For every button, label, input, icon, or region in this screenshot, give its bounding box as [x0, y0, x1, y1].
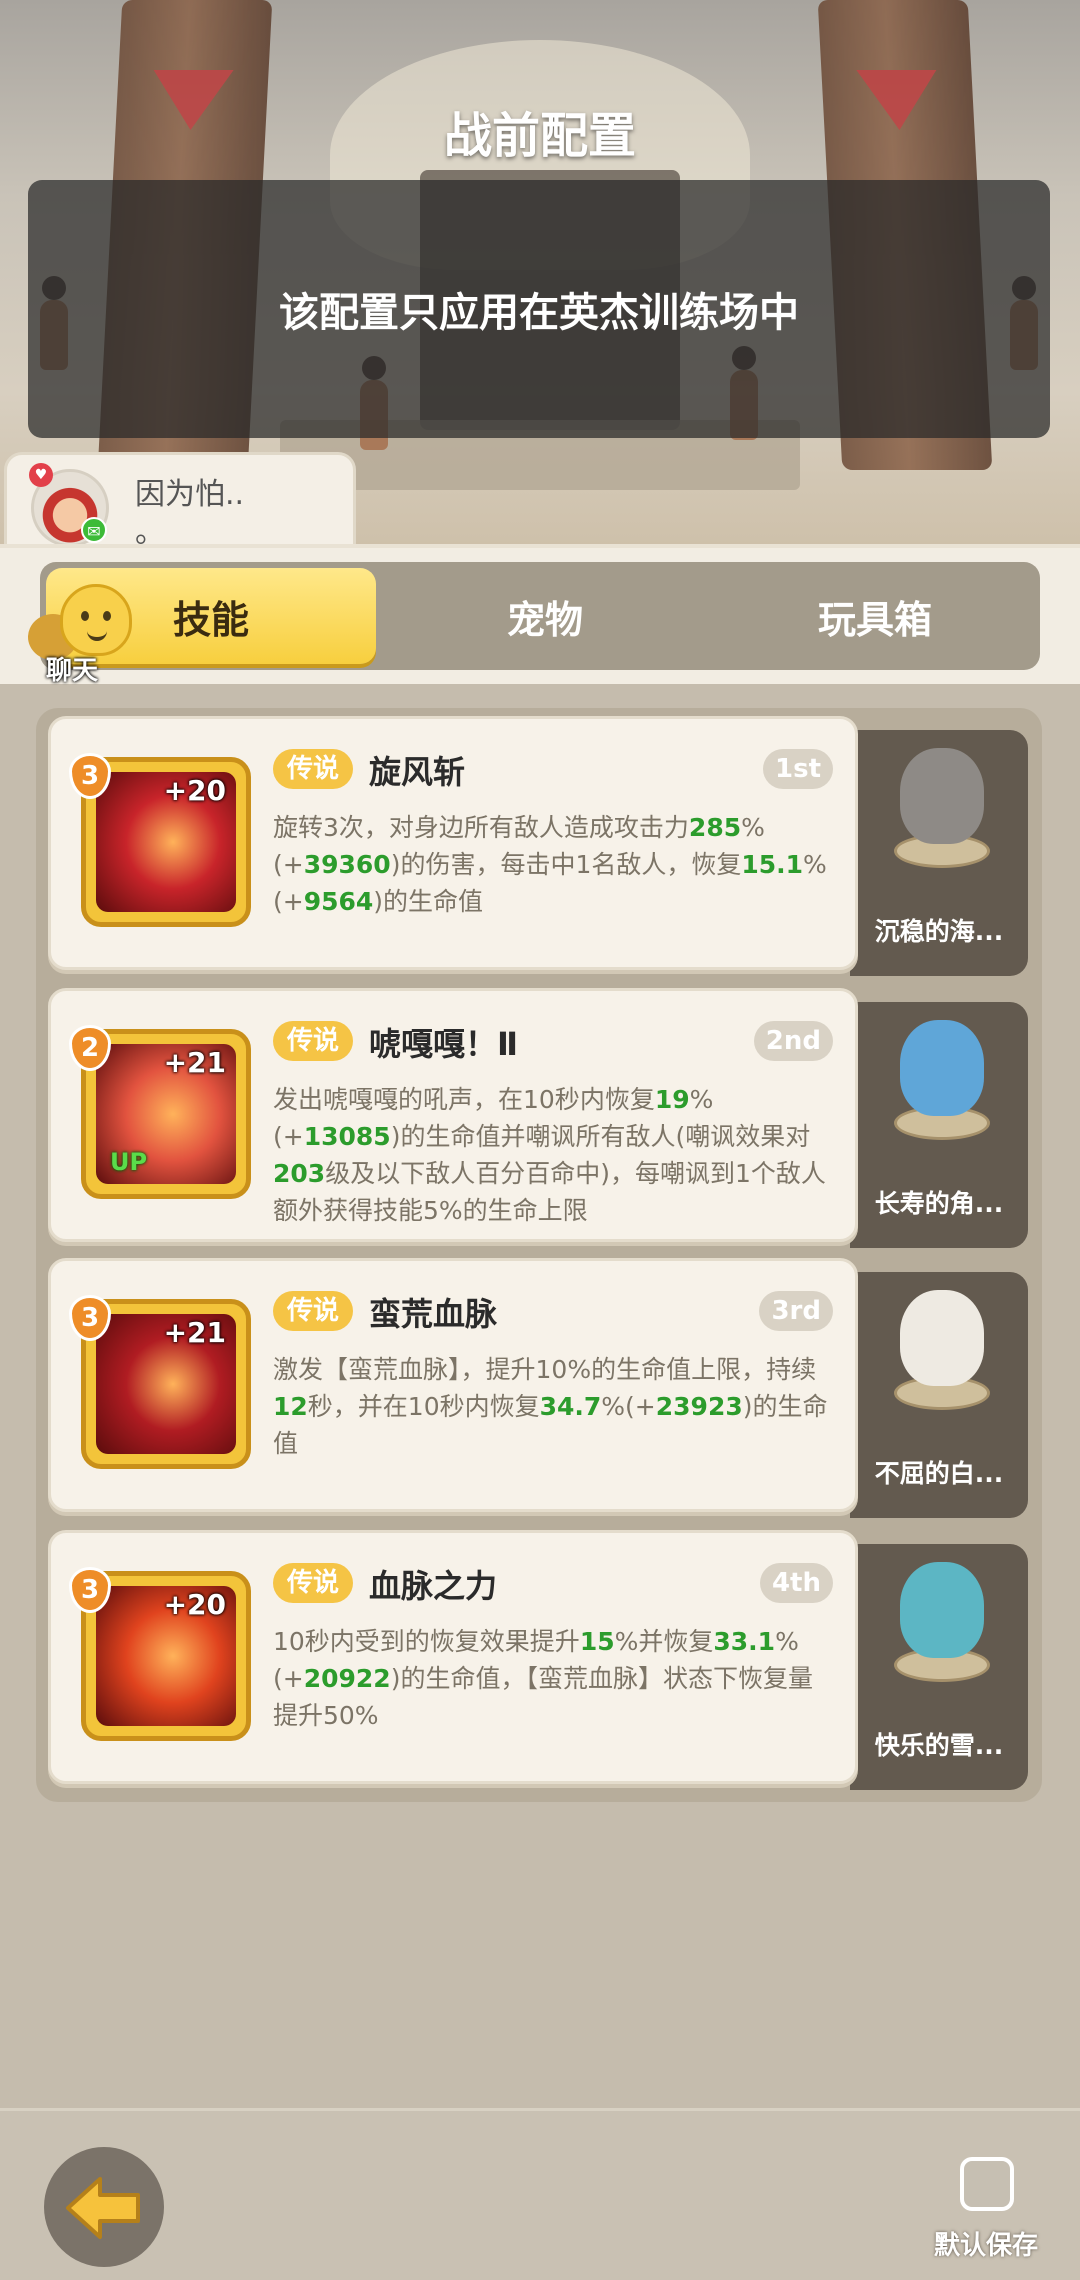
skill-icon: +21 UP [96, 1044, 236, 1184]
desc-text: 激发【蛮荒血脉】，提升10%的生命值上限，持续 [273, 1355, 817, 1384]
skill-plus-label: +21 [163, 1046, 226, 1079]
desc-value: 12 [273, 1392, 308, 1421]
notice-text: 该配置只应用在英杰训练场中 [279, 290, 799, 336]
rank-badge: 1st [763, 749, 833, 789]
desc-text: 10秒内受到的恢复效果提升 [273, 1627, 580, 1656]
skill-card[interactable]: +21 UP 2 传说 唬嘎嘎！Ⅱ 2nd 发出唬嘎嘎的吼声，在10秒内恢复19… [48, 988, 858, 1242]
desc-value: 9564 [303, 887, 374, 916]
pet-figure-icon [900, 1020, 984, 1116]
chat-label: 聊天 [46, 656, 99, 686]
rarity-badge: 传说 [273, 749, 354, 789]
skill-description: 旋转3次，对身边所有敌人造成攻击力285%(+39360)的伤害，每击中1名敌人… [273, 809, 833, 920]
skill-row: 快乐的雪... +20 3 传说 血脉之力 4th 10秒内受到的恢复效果提升1… [48, 1530, 1028, 1790]
chat-button[interactable]: 聊天 [24, 584, 134, 686]
desc-value: 34.7 [539, 1392, 602, 1421]
up-badge: UP [110, 1148, 148, 1176]
desc-text: )的伤害，每击中1名敌人，恢复 [390, 850, 742, 879]
default-save-checkbox[interactable] [960, 2157, 1014, 2211]
skill-row: 长寿的角... +21 UP 2 传说 唬嘎嘎！Ⅱ 2nd 发出唬嘎嘎的吼声，在… [48, 988, 1028, 1248]
skill-card[interactable]: +20 3 传说 血脉之力 4th 10秒内受到的恢复效果提升15%并恢复33.… [48, 1530, 858, 1784]
desc-value: 20922 [303, 1664, 391, 1693]
back-arrow-icon [66, 2177, 140, 2239]
desc-text: %并恢复 [614, 1627, 714, 1656]
desc-text: )的生命值并嘲讽所有敌人(嘲讽效果对 [390, 1122, 811, 1151]
skill-description: 10秒内受到的恢复效果提升15%并恢复33.1%(+20922)的生命值，【蛮荒… [273, 1623, 833, 1734]
skill-name: 旋风斩 [369, 753, 466, 791]
skill-plus-label: +20 [163, 1588, 226, 1621]
pet-figure-icon [900, 1562, 984, 1658]
tab-bar-container: 技能 宠物 玩具箱 [0, 544, 1080, 684]
pet-slot[interactable]: 沉稳的海... [850, 730, 1028, 976]
footer-bar: 默认保存 [0, 2108, 1080, 2280]
skill-row: 沉稳的海... +20 3 传说 旋风斩 1st 旋转3次，对身边所有敌人造成攻… [48, 716, 1028, 976]
desc-value: 39360 [303, 850, 391, 879]
skill-name: 血脉之力 [369, 1567, 498, 1605]
tab-pets[interactable]: 宠物 [380, 562, 710, 670]
pet-name: 不屈的白... [874, 1459, 1004, 1488]
desc-value: 23923 [655, 1392, 743, 1421]
pet-figure-icon [900, 1290, 984, 1386]
skill-plus-label: +21 [163, 1316, 226, 1349]
skill-card[interactable]: +21 3 传说 蛮荒血脉 3rd 激发【蛮荒血脉】，提升10%的生命值上限，持… [48, 1258, 858, 1512]
desc-value: 15 [579, 1627, 615, 1656]
pet-slot[interactable]: 不屈的白... [850, 1272, 1028, 1518]
rank-badge: 2nd [753, 1021, 833, 1061]
desc-value: 203 [273, 1159, 326, 1188]
rarity-badge: 传说 [273, 1021, 354, 1061]
tab-toybox[interactable]: 玩具箱 [710, 562, 1040, 670]
rarity-badge: 传说 [273, 1563, 354, 1603]
skill-icon: +20 [96, 772, 236, 912]
pet-figure-icon [900, 748, 984, 844]
desc-text: 级及以下敌人百分百命中)，每嘲讽到1个敌人额外获得技能5%的生命上限 [273, 1159, 826, 1225]
desc-value: 19 [654, 1085, 690, 1114]
rarity-badge: 传说 [273, 1291, 354, 1331]
skill-plus-label: +20 [163, 774, 226, 807]
desc-text: 秒，并在10秒内恢复 [307, 1392, 540, 1421]
rank-badge: 3rd [759, 1291, 833, 1331]
desc-text: %(+ [601, 1392, 656, 1421]
skill-icon: +20 [96, 1586, 236, 1726]
skill-name: 蛮荒血脉 [369, 1295, 498, 1333]
pet-name: 长寿的角... [874, 1189, 1004, 1218]
chat-smiley-icon [60, 584, 132, 656]
rank-badge: 4th [759, 1563, 833, 1603]
pet-name: 快乐的雪... [874, 1731, 1004, 1760]
desc-value: 285 [688, 813, 742, 842]
pet-slot[interactable]: 快乐的雪... [850, 1544, 1028, 1790]
skill-description: 发出唬嘎嘎的吼声，在10秒内恢复19%(+13085)的生命值并嘲讽所有敌人(嘲… [273, 1081, 833, 1229]
skill-row: 不屈的白... +21 3 传说 蛮荒血脉 3rd 激发【蛮荒血脉】，提升10%… [48, 1258, 1028, 1518]
skill-card[interactable]: +20 3 传说 旋风斩 1st 旋转3次，对身边所有敌人造成攻击力285%(+… [48, 716, 858, 970]
page-title: 战前配置 [443, 108, 636, 164]
heart-icon: ♥ [29, 463, 53, 487]
desc-text: 发出唬嘎嘎的吼声，在10秒内恢复 [273, 1085, 655, 1114]
desc-value: 33.1 [713, 1627, 776, 1656]
tab-bar: 技能 宠物 玩具箱 [40, 562, 1040, 670]
notice-banner: 该配置只应用在英杰训练场中 [28, 180, 1050, 438]
chat-status-icon: ✉ [81, 517, 107, 543]
desc-value: 13085 [303, 1122, 391, 1151]
skill-name: 唬嘎嘎！Ⅱ [369, 1025, 519, 1063]
pet-slot[interactable]: 长寿的角... [850, 1002, 1028, 1248]
desc-text: 旋转3次，对身边所有敌人造成攻击力 [273, 813, 689, 842]
back-button[interactable] [44, 2147, 164, 2267]
skill-icon: +21 [96, 1314, 236, 1454]
skill-description: 激发【蛮荒血脉】，提升10%的生命值上限，持续 12秒，并在10秒内恢复34.7%… [273, 1351, 833, 1462]
desc-value: 15.1 [741, 850, 804, 879]
desc-text: )的生命值 [373, 887, 484, 916]
default-save-label: 默认保存 [934, 2231, 1039, 2261]
pet-name: 沉稳的海... [874, 917, 1004, 946]
